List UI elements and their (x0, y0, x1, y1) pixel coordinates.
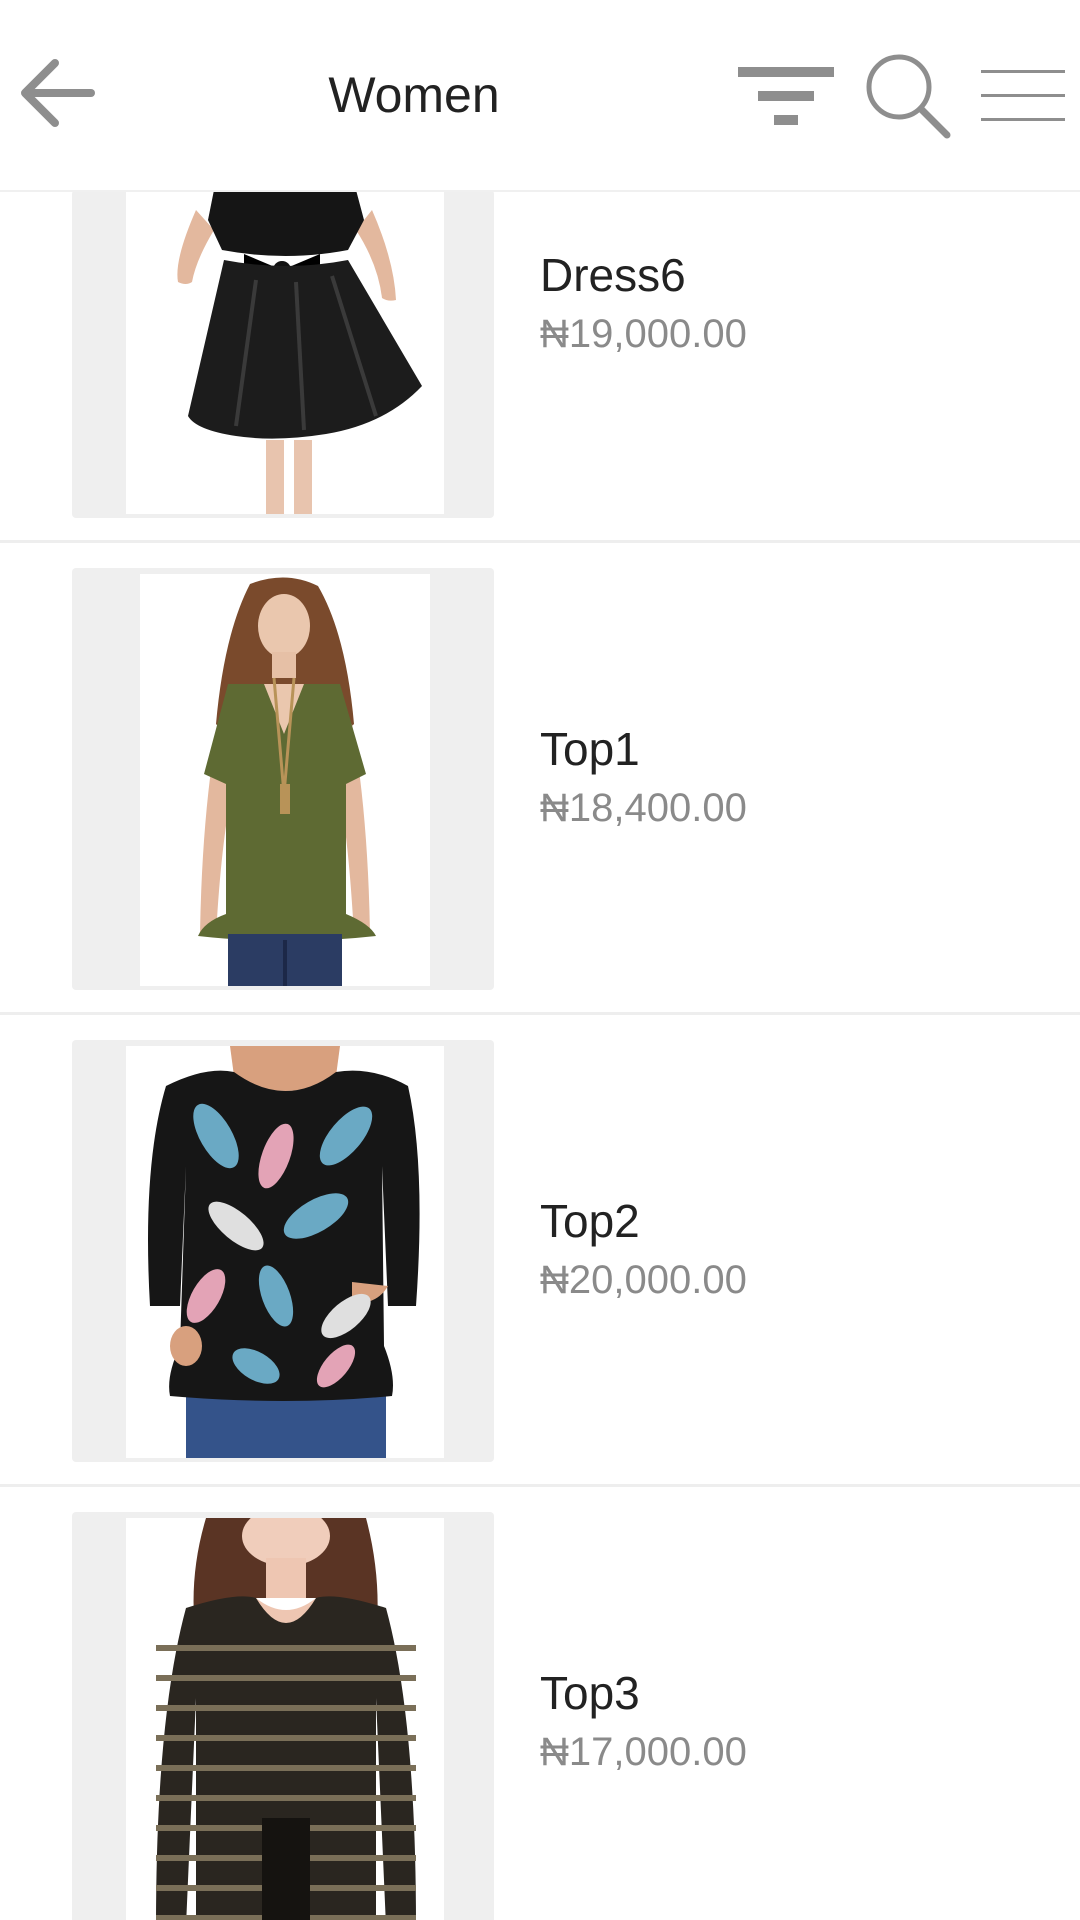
product-price: ₦17,000.00 (540, 1730, 747, 1774)
product-name: Top3 (540, 1667, 640, 1719)
product-price: ₦19,000.00 (540, 312, 747, 356)
app-screen: Women Dress6 ₦19,000.00 Top1 ₦18,400.00 … (0, 0, 1080, 1920)
product-price: ₦18,400.00 (540, 786, 747, 830)
product-image (126, 1046, 444, 1458)
product-list-item[interactable]: Top3 ₦17,000.00 (0, 1486, 1080, 1920)
floral-top-image (148, 1046, 420, 1458)
striped-top-image (156, 1518, 416, 1920)
hamburger-menu-icon (981, 70, 1065, 121)
product-name: Top2 (540, 1195, 640, 1247)
filter-icon (738, 67, 834, 125)
menu-button[interactable] (976, 48, 1070, 144)
product-list-item[interactable]: Top1 ₦18,400.00 (0, 542, 1080, 1015)
product-price: ₦20,000.00 (540, 1258, 747, 1302)
back-button[interactable] (10, 48, 100, 138)
arrow-left-icon (21, 59, 95, 127)
search-icon (866, 54, 951, 139)
product-image (126, 1518, 444, 1920)
product-name: Dress6 (540, 249, 686, 301)
product-thumbnail (72, 1040, 494, 1462)
product-name: Top1 (540, 723, 640, 775)
product-thumbnail (72, 1512, 494, 1920)
filter-button[interactable] (736, 48, 836, 144)
product-image (140, 574, 430, 986)
green-top-image (198, 577, 376, 986)
black-dress-image (177, 190, 422, 514)
product-thumbnail (72, 190, 494, 518)
product-list-item[interactable]: Top2 ₦20,000.00 (0, 1014, 1080, 1487)
product-thumbnail (72, 568, 494, 990)
top-app-bar: Women (0, 0, 1080, 192)
product-image (126, 190, 444, 514)
search-button[interactable] (858, 48, 958, 144)
page-title: Women (328, 67, 500, 123)
product-list-item[interactable]: Dress6 ₦19,000.00 (0, 190, 1080, 543)
